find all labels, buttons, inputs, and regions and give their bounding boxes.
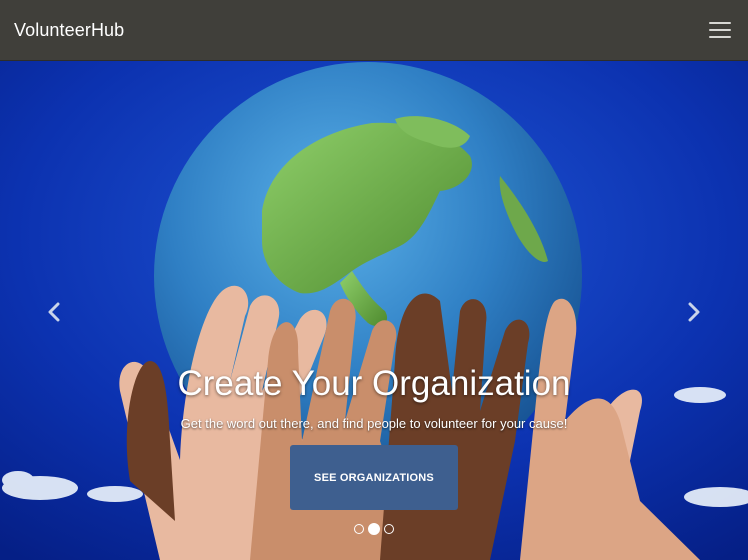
brand-logo[interactable]: VolunteerHub <box>14 20 124 41</box>
carousel-prev-button[interactable] <box>42 297 66 327</box>
carousel-indicator-3[interactable] <box>384 524 394 534</box>
navbar: VolunteerHub <box>0 0 748 61</box>
chevron-right-icon <box>688 302 700 322</box>
carousel-subtitle: Get the word out there, and find people … <box>180 416 568 431</box>
hamburger-menu-icon[interactable] <box>709 22 731 38</box>
see-organizations-button[interactable]: SEE ORGANIZATIONS <box>290 445 458 510</box>
carousel-next-button[interactable] <box>682 297 706 327</box>
carousel-indicator-2[interactable] <box>368 523 380 535</box>
carousel-indicators <box>0 523 748 535</box>
chevron-left-icon <box>48 302 60 322</box>
carousel-indicator-1[interactable] <box>354 524 364 534</box>
carousel-title: Create Your Organization <box>177 364 571 403</box>
hero-carousel: Create Your Organization Get the word ou… <box>0 61 748 560</box>
